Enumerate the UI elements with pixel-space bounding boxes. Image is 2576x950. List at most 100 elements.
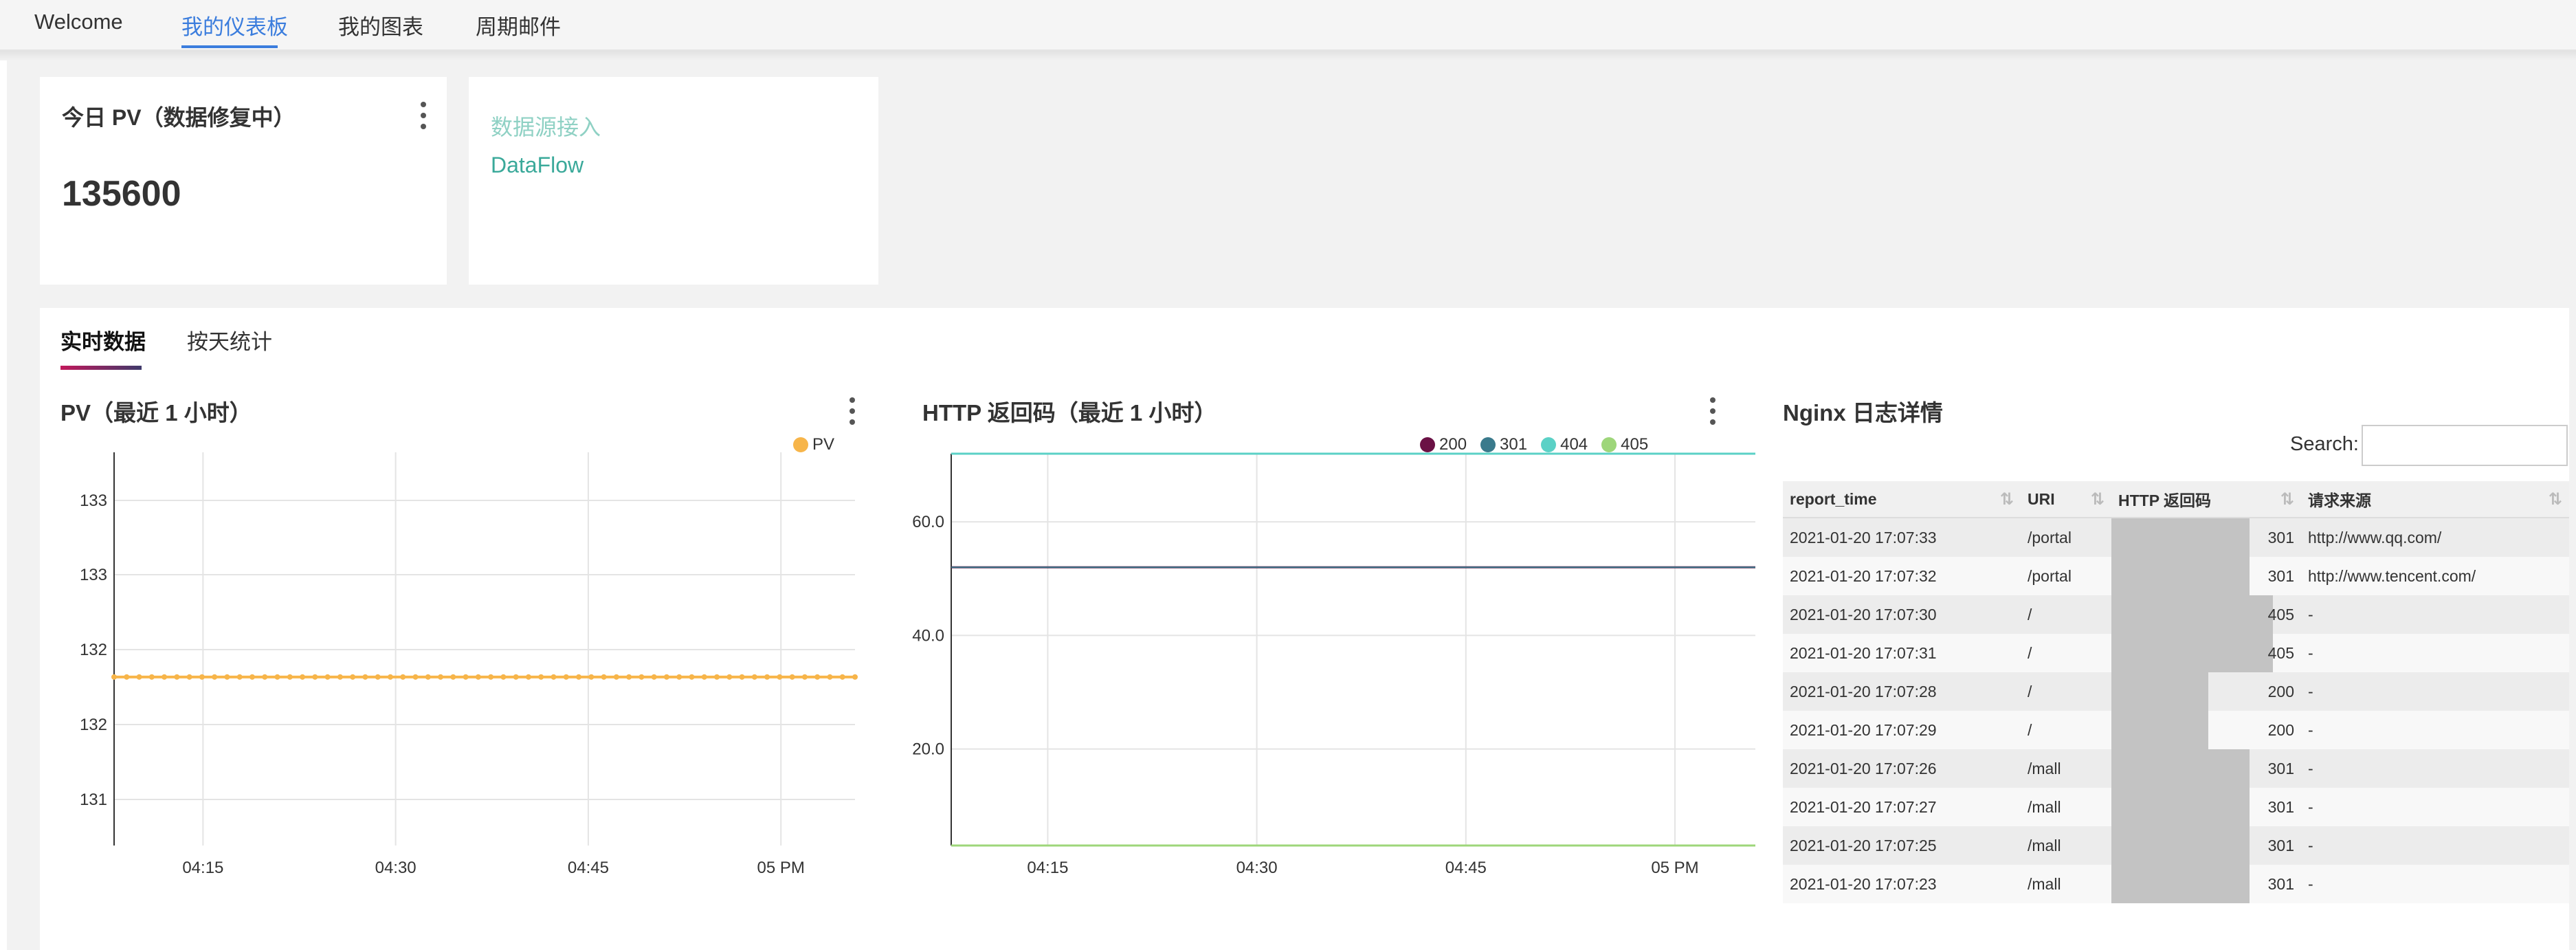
data-point[interactable] [852,674,858,680]
tab-welcome[interactable]: Welcome [34,10,123,34]
table-row[interactable]: 2021-01-20 17:07:25/mall 301- [1783,826,2569,865]
table-row[interactable]: 2021-01-20 17:07:27/mall 301- [1783,788,2569,826]
table-row[interactable]: 2021-01-20 17:07:30/ 405- [1783,595,2569,634]
http-chart-more-menu-icon[interactable] [1709,397,1717,425]
subtab-realtime[interactable]: 实时数据 [60,324,146,355]
data-point[interactable] [162,674,168,680]
data-point[interactable] [136,674,142,680]
data-point[interactable] [726,674,733,680]
data-point[interactable] [186,674,192,680]
data-point[interactable] [538,674,544,680]
data-point[interactable] [714,674,720,680]
data-point[interactable] [827,674,833,680]
data-point[interactable] [212,674,218,680]
sort-icon: ⇅ [1999,490,2014,509]
cell-report-time: 2021-01-20 17:07:30 [1783,595,2021,634]
tab-my-dashboard[interactable]: 我的仪表板 [181,10,288,41]
data-point[interactable] [676,674,682,680]
data-point[interactable] [111,674,117,680]
x-tick-label: 04:45 [568,859,609,877]
table-row[interactable]: 2021-01-20 17:07:28/ 200- [1783,672,2569,711]
pv-chart-more-menu-icon[interactable] [848,397,856,425]
code-value: 405 [2267,644,2294,662]
data-point[interactable] [362,674,368,680]
data-point[interactable] [488,674,494,680]
data-point[interactable] [500,674,507,680]
data-point[interactable] [513,674,519,680]
data-point[interactable] [324,674,331,680]
cell-report-time: 2021-01-20 17:07:23 [1783,865,2021,903]
data-point[interactable] [613,674,619,680]
data-point[interactable] [249,674,255,680]
data-point[interactable] [287,674,293,680]
kpi-more-menu-icon[interactable] [419,102,428,129]
table-row[interactable]: 2021-01-20 17:07:26/mall 301- [1783,749,2569,788]
data-point[interactable] [739,674,745,680]
data-point[interactable] [576,674,582,680]
cell-referrer: - [2301,826,2569,865]
code-value: 301 [2267,529,2294,546]
data-point[interactable] [814,674,821,680]
data-point[interactable] [450,674,456,680]
data-point[interactable] [601,674,607,680]
data-point[interactable] [236,674,243,680]
data-point[interactable] [764,674,770,680]
data-point[interactable] [689,674,695,680]
data-point[interactable] [387,674,393,680]
data-point[interactable] [412,674,419,680]
data-point[interactable] [463,674,469,680]
tab-my-charts[interactable]: 我的图表 [338,10,423,41]
data-point[interactable] [262,674,268,680]
data-point[interactable] [701,674,707,680]
table-header-row: report_time ⇅ URI ⇅ HTTP 返回码 ⇅ 请求来源 ⇅ [1783,481,2569,518]
data-point[interactable] [224,674,230,680]
subtab-daily[interactable]: 按天统计 [187,324,272,355]
data-point[interactable] [777,674,783,680]
tab-periodic-mail[interactable]: 周期邮件 [476,10,561,41]
legend-item-pv[interactable]: PV [793,435,834,454]
data-point[interactable] [663,674,669,680]
legend-item-404[interactable]: 404 [1541,435,1588,454]
data-point[interactable] [148,674,155,680]
data-point[interactable] [651,674,657,680]
legend-item-301[interactable]: 301 [1480,435,1527,454]
data-point[interactable] [588,674,595,680]
table-row[interactable]: 2021-01-20 17:07:29/ 200- [1783,711,2569,749]
data-point[interactable] [839,674,845,680]
column-header-uri[interactable]: URI ⇅ [2021,481,2111,518]
data-point[interactable] [801,674,808,680]
data-point[interactable] [337,674,343,680]
cell-referrer: - [2301,595,2569,634]
data-point[interactable] [475,674,481,680]
search-input[interactable] [2362,425,2568,466]
data-point[interactable] [124,674,130,680]
table-row[interactable]: 2021-01-20 17:07:31/ 405- [1783,634,2569,672]
column-header-http-code[interactable]: HTTP 返回码 ⇅ [2111,481,2301,518]
data-point[interactable] [438,674,444,680]
table-row[interactable]: 2021-01-20 17:07:33/portal 301 http://www.… [1783,518,2569,557]
data-point[interactable] [563,674,569,680]
data-point[interactable] [425,674,431,680]
data-point[interactable] [400,674,406,680]
data-point[interactable] [199,674,205,680]
data-point[interactable] [300,674,306,680]
column-header-referrer[interactable]: 请求来源 ⇅ [2301,481,2569,518]
data-point[interactable] [174,674,180,680]
data-point[interactable] [375,674,381,680]
legend-item-200[interactable]: 200 [1420,435,1467,454]
data-point[interactable] [274,674,280,680]
table-row[interactable]: 2021-01-20 17:07:32/portal 301 http://www.… [1783,557,2569,595]
link-data-source-access[interactable]: 数据源接入 [491,110,601,142]
data-point[interactable] [551,674,557,680]
link-dataflow[interactable]: DataFlow [491,153,584,178]
data-point[interactable] [312,674,318,680]
data-point[interactable] [789,674,795,680]
table-row[interactable]: 2021-01-20 17:07:23/mall 301- [1783,865,2569,903]
data-point[interactable] [525,674,531,680]
column-header-report-time[interactable]: report_time ⇅ [1783,481,2021,518]
data-point[interactable] [639,674,645,680]
legend-item-405[interactable]: 405 [1601,435,1648,454]
data-point[interactable] [751,674,757,680]
data-point[interactable] [626,674,632,680]
data-point[interactable] [350,674,356,680]
